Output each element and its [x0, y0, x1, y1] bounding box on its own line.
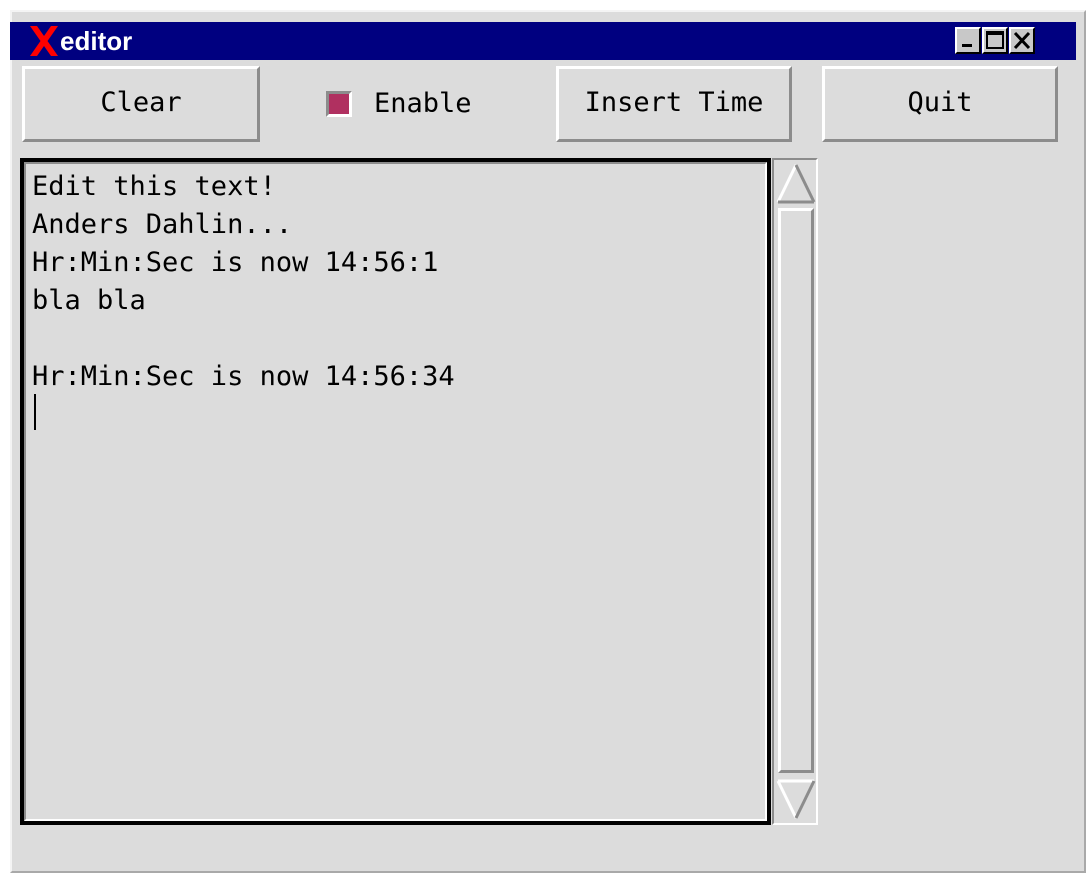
window-title: editor	[60, 26, 133, 56]
text-line: Hr:Min:Sec is now 14:56:1	[32, 247, 439, 278]
vertical-scrollbar[interactable]	[772, 158, 818, 825]
text-editor-content[interactable]: Edit this text! Anders Dahlin... Hr:Min:…	[24, 162, 767, 821]
maximize-button[interactable]	[982, 27, 1008, 54]
text-cursor	[34, 394, 36, 430]
quit-button-label: Quit	[907, 87, 973, 118]
clear-button-label: Clear	[100, 87, 182, 118]
x-logo-icon	[30, 26, 58, 56]
scroll-up-arrow-icon[interactable]	[776, 162, 816, 206]
minimize-icon	[962, 44, 972, 47]
insert-time-button-label: Insert Time	[584, 87, 764, 118]
enable-checkbox-toggle[interactable]: Enable	[326, 84, 526, 124]
scroll-thumb[interactable]	[778, 208, 814, 773]
maximize-icon	[986, 31, 1004, 49]
text-line: bla bla	[32, 285, 146, 316]
insert-time-button[interactable]: Insert Time	[556, 66, 792, 142]
text-line: Hr:Min:Sec is now 14:56:34	[32, 361, 455, 392]
scroll-down-arrow-icon[interactable]	[776, 777, 816, 821]
minimize-button[interactable]	[955, 27, 981, 54]
title-bar[interactable]: editor	[10, 22, 1076, 60]
text-line: Edit this text!	[32, 171, 276, 202]
clear-button[interactable]: Clear	[22, 66, 260, 142]
text-line: Anders Dahlin...	[32, 209, 293, 240]
quit-button[interactable]: Quit	[822, 66, 1058, 142]
close-button[interactable]	[1009, 27, 1035, 54]
close-icon	[1013, 31, 1031, 50]
enable-checkbox[interactable]	[326, 91, 352, 117]
text-editor[interactable]: Edit this text! Anders Dahlin... Hr:Min:…	[20, 158, 771, 825]
enable-label: Enable	[374, 88, 472, 119]
